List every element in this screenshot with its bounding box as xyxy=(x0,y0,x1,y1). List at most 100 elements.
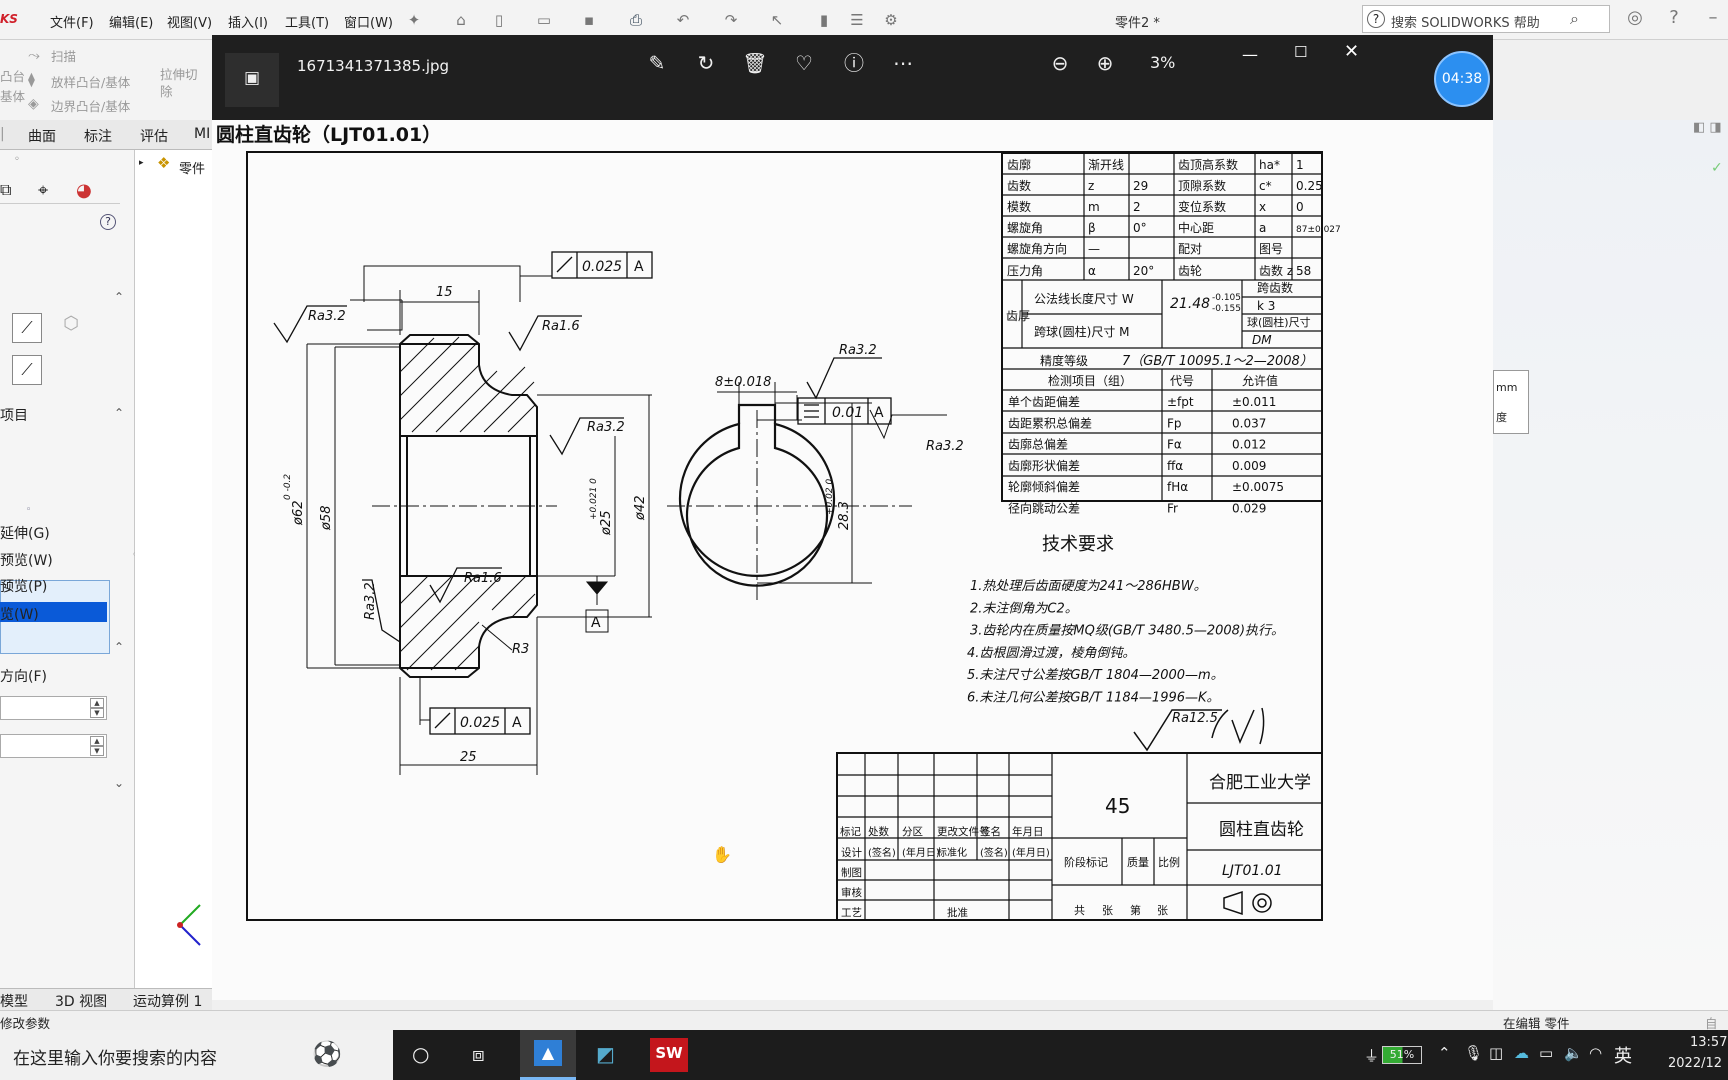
camera-icon[interactable]: ◫ xyxy=(1489,1044,1503,1062)
tray-chevron-icon[interactable]: ⌃ xyxy=(1438,1044,1451,1062)
zoom-in-icon[interactable]: ⊕ xyxy=(1092,52,1118,78)
check-item-cell: 轮廓倾斜偏差 xyxy=(1008,479,1080,494)
close-icon[interactable]: ✕ xyxy=(1344,41,1359,62)
redo-icon[interactable]: ↷ xyxy=(722,11,740,29)
menu-view[interactable]: 视图(V) xyxy=(167,12,212,31)
boundary-boss-button[interactable]: 边界凸台/基体 xyxy=(51,96,130,115)
tab-partial[interactable]: | xyxy=(0,126,5,142)
taskbar-app-icon[interactable]: ◩ xyxy=(596,1042,615,1066)
items-collapse-icon[interactable]: ⌃ xyxy=(114,406,124,420)
clock-time[interactable]: 13:57 xyxy=(1690,1035,1727,1050)
extrude-cut-button[interactable]: 拉伸切除 xyxy=(160,66,200,100)
pin-icon[interactable]: ✦ xyxy=(405,11,423,29)
gear-param-cell: 87±0.027 xyxy=(1296,225,1341,235)
delete-icon[interactable]: 🗑 xyxy=(742,52,768,78)
wifi-icon[interactable]: ◠ xyxy=(1589,1044,1602,1062)
tree-root-label[interactable]: 零件 xyxy=(179,158,205,177)
zoom-out-icon[interactable]: ⊖ xyxy=(1047,52,1073,78)
sheet-info: 张 xyxy=(1102,904,1113,917)
edit-image-icon[interactable]: ✎ xyxy=(644,52,670,78)
microphone-icon[interactable]: 🎙 xyxy=(1464,1044,1483,1062)
cortana-icon[interactable]: ○ xyxy=(412,1042,429,1066)
cloud-icon[interactable]: ☁ xyxy=(1514,1044,1529,1062)
title-block-header: 年月日 xyxy=(1012,825,1044,838)
tab-model[interactable]: 模型 xyxy=(0,991,28,1011)
check-header-cell: 检测项目（组） xyxy=(1048,373,1132,388)
direction-icon[interactable]: ⟋ xyxy=(12,355,42,385)
file-properties-icon[interactable]: ☰ xyxy=(848,11,866,29)
config-tab-icon[interactable]: ⧉ xyxy=(0,180,11,200)
ime-indicator[interactable]: 英 xyxy=(1614,1042,1632,1068)
image-canvas[interactable]: 圆柱直齿轮（LJT01.01） 齿廓 渐开线 齿顶高系数 ha* 1 齿数 z … xyxy=(212,120,1493,1000)
expand-chevron-icon[interactable]: ⌄ xyxy=(114,776,124,790)
check-header-cell: 允许值 xyxy=(1242,373,1278,388)
tree-expand-icon[interactable]: ▸ xyxy=(139,158,144,168)
tab-surface[interactable]: 曲面 xyxy=(28,126,56,146)
maximize-icon[interactable]: ☐ xyxy=(1294,43,1307,61)
loft-boss-button[interactable]: 放样凸台/基体 xyxy=(51,72,130,91)
task-view-icon[interactable]: ⧈ xyxy=(472,1042,485,1066)
menu-edit[interactable]: 编辑(E) xyxy=(109,12,153,31)
battery-indicator[interactable]: 51% xyxy=(1382,1046,1422,1064)
check-item-cell: Fr xyxy=(1167,502,1178,516)
menu-file[interactable]: 文件(F) xyxy=(50,12,94,31)
info-icon[interactable]: ⓘ xyxy=(841,52,867,78)
tab-evaluate[interactable]: 评估 xyxy=(140,126,168,146)
tab-mbd[interactable]: MI xyxy=(194,126,210,142)
graphics-area[interactable]: ◧ ◨ ✓ mm 度 xyxy=(1493,120,1728,1010)
taskbar-search[interactable]: 在这里输入你要搜索的内容 ⚽ xyxy=(0,1030,393,1080)
recording-timer[interactable]: 04:38 xyxy=(1434,51,1490,107)
open-folder-icon[interactable]: ▭ xyxy=(535,11,553,29)
window-minimize-icon[interactable]: – xyxy=(1704,9,1722,27)
distance-spinner[interactable]: ▲ ▼ xyxy=(0,696,107,720)
tooltip-degree: 度 xyxy=(1496,411,1507,424)
direction-option[interactable]: 方向(F) xyxy=(0,666,47,686)
rebuild-icon[interactable]: ▮ xyxy=(815,11,833,29)
solidworks-taskbar-icon[interactable]: SW xyxy=(650,1038,688,1072)
title-block-sub: (签名) xyxy=(980,846,1008,859)
tab-3d-view[interactable]: 3D 视图 xyxy=(55,991,107,1011)
power-plug-icon[interactable]: ⏚ xyxy=(1364,1045,1379,1066)
resize-dot[interactable]: ◦ xyxy=(26,505,31,515)
preview-option-p[interactable]: 预览(P) xyxy=(0,576,47,596)
save-icon[interactable]: ▪ xyxy=(580,11,598,29)
sweep-button[interactable]: 扫描 xyxy=(51,46,76,65)
battery-icon[interactable]: ▭ xyxy=(1539,1044,1553,1062)
common-normal-value: 21.48 xyxy=(1170,296,1210,312)
new-file-icon[interactable]: ▯ xyxy=(490,11,508,29)
collapse-chevron-icon[interactable]: ⌃ xyxy=(114,290,124,304)
taskbar-photos-app[interactable]: ▲ xyxy=(520,1030,576,1080)
section-collapse-icon[interactable]: ⌃ xyxy=(114,640,124,654)
extend-option[interactable]: 延伸(G) xyxy=(0,523,50,543)
user-account-icon[interactable]: ◎ xyxy=(1626,9,1644,27)
tab-annotation[interactable]: 标注 xyxy=(84,126,112,146)
confirm-check-icon[interactable]: ✓ xyxy=(1711,160,1723,176)
volume-icon[interactable]: 🔈 xyxy=(1564,1044,1583,1062)
crosshair-tab-icon[interactable]: ⌖ xyxy=(38,180,48,201)
menu-tools[interactable]: 工具(T) xyxy=(285,12,329,31)
menu-window[interactable]: 窗口(W) xyxy=(344,12,393,31)
appearance-tab-icon[interactable]: ◕ xyxy=(76,180,92,201)
linear-pattern-icon[interactable]: ⟋ xyxy=(12,313,42,343)
clock-date[interactable]: 2022/12 xyxy=(1668,1056,1722,1071)
favorite-heart-icon[interactable]: ♡ xyxy=(791,52,817,78)
print-icon[interactable]: ⎙ xyxy=(627,11,645,29)
help-search-box[interactable]: ? 搜索 SOLIDWORKS 帮助 ⌕ xyxy=(1362,5,1610,33)
menu-insert[interactable]: 插入(I) xyxy=(228,12,268,31)
angle-spinner[interactable]: ▲ ▼ xyxy=(0,734,107,758)
panel-toggle-icon[interactable]: ◧ ◨ xyxy=(1693,120,1722,135)
minimize-icon[interactable]: — xyxy=(1242,45,1258,64)
help-icon[interactable]: ? xyxy=(100,214,116,230)
options-gear-icon[interactable]: ⚙ xyxy=(882,11,900,29)
undo-icon[interactable]: ↶ xyxy=(674,11,692,29)
rotate-icon[interactable]: ↻ xyxy=(693,52,719,78)
preview-option-w2[interactable]: 览(W) xyxy=(0,604,39,624)
help-circle-icon[interactable]: ? xyxy=(1665,9,1683,27)
home-icon[interactable]: ⌂ xyxy=(452,11,470,29)
solid-body-icon[interactable]: ⬡ xyxy=(58,313,84,339)
preview-option-w[interactable]: 预览(W) xyxy=(0,550,53,570)
select-icon[interactable]: ↖ xyxy=(768,11,786,29)
tab-motion-study[interactable]: 运动算例 1 xyxy=(133,991,202,1011)
more-options-icon[interactable]: ⋯ xyxy=(890,52,916,78)
search-icon[interactable]: ⌕ xyxy=(1570,9,1579,29)
